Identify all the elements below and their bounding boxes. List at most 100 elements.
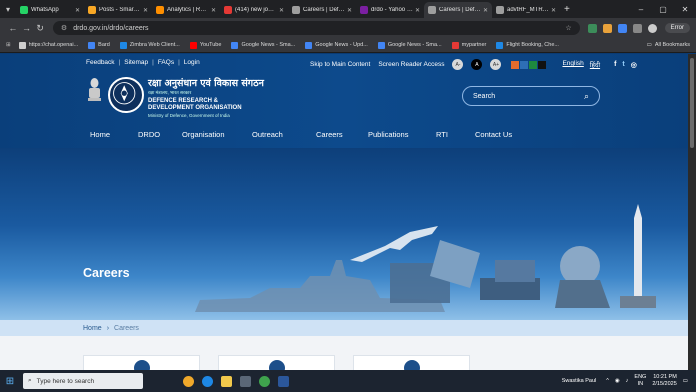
sitemap-link[interactable]: Sitemap (124, 59, 148, 66)
color-theme-swatch[interactable] (511, 60, 520, 69)
tab-close-icon[interactable]: ✕ (347, 7, 352, 14)
color-theme-swatch[interactable] (520, 60, 529, 69)
maximize-icon[interactable]: ▢ (652, 5, 674, 14)
close-window-icon[interactable]: ✕ (674, 5, 696, 14)
bookmark-item[interactable]: Google News - Sma... (377, 41, 442, 49)
browser-tab[interactable]: Analytics | Realti ✕ (152, 2, 220, 18)
extension-icon[interactable] (602, 23, 612, 33)
bookmark-item[interactable]: Zimbra Web Client... (119, 41, 180, 49)
tab-close-icon[interactable]: ✕ (279, 7, 284, 14)
chrome-icon[interactable] (183, 375, 194, 387)
tab-close-icon[interactable]: ✕ (415, 7, 420, 14)
bookmark-item[interactable]: Google News - Sma... (231, 41, 295, 49)
screen-reader-link[interactable]: Screen Reader Access (378, 61, 444, 68)
browser-tab[interactable]: advtRF_MTREC ✕ (492, 2, 560, 18)
font-normal-button[interactable]: A (471, 59, 483, 70)
network-icon[interactable]: ◉ (615, 378, 620, 384)
career-card[interactable] (83, 355, 200, 370)
bookmark-item[interactable]: Google News - Upd... (305, 41, 368, 49)
career-card[interactable] (218, 355, 335, 370)
nav-item-careers[interactable]: Careers (316, 130, 343, 139)
faqs-link[interactable]: FAQs (158, 59, 174, 66)
tab-close-icon[interactable]: ✕ (143, 7, 148, 14)
taskbar-search-input[interactable]: ⌕ Type here to search (23, 373, 143, 389)
extension-icon[interactable] (617, 23, 627, 33)
browser-tab[interactable]: Careers | Defen ✕ (424, 2, 492, 18)
new-tab-button[interactable]: + (564, 4, 570, 15)
browser-tab[interactable]: Careers | Defen ✕ (288, 2, 356, 18)
bookmark-item[interactable]: https://chat.openai... (18, 41, 79, 49)
bookmark-label: https://chat.openai... (28, 42, 79, 48)
nav-item-contact-us[interactable]: Contact Us (475, 130, 512, 139)
nav-item-organisation[interactable]: Organisation (182, 130, 225, 139)
separator: | (178, 59, 180, 66)
brand-english-line2: DEVELOPMENT ORGANISATION (148, 105, 242, 111)
all-bookmarks[interactable]: ▭ All Bookmarks (647, 42, 690, 48)
tray-arrow-icon[interactable]: ^ (606, 378, 609, 384)
url-input[interactable]: ⚙ drdo.gov.in/drdo/careers ☆ (52, 21, 580, 35)
bookmark-item[interactable]: YouTube (189, 41, 221, 49)
browser-tab[interactable]: WhatsApp ✕ (16, 2, 84, 18)
page-scrollbar[interactable] (688, 54, 696, 370)
site-search-input[interactable]: Search ⌕ (462, 86, 600, 106)
career-card[interactable] (353, 355, 470, 370)
bookmark-item[interactable]: mypartner (451, 41, 486, 49)
search-icon[interactable]: ⌕ (584, 91, 589, 102)
bookmark-star-icon[interactable]: ☆ (565, 24, 571, 32)
nav-item-rti[interactable]: RTI (436, 130, 448, 139)
browser-tab[interactable]: (414) new job va ✕ (220, 2, 288, 18)
drdo-logo[interactable] (108, 77, 144, 113)
skip-main-link[interactable]: Skip to Main Content (310, 61, 370, 68)
breadcrumb-home[interactable]: Home (83, 325, 102, 332)
nav-item-outreach[interactable]: Outreach (252, 130, 283, 139)
address-bar: ← → ↻ ⚙ drdo.gov.in/drdo/careers ☆ Error (0, 18, 696, 38)
extension-icon[interactable] (587, 23, 597, 33)
facebook-icon[interactable]: f (614, 61, 616, 69)
store-icon[interactable] (240, 375, 251, 387)
forward-icon[interactable]: → (20, 23, 34, 33)
bookmark-item[interactable]: Bard (88, 41, 110, 49)
hindi-link[interactable]: हिंदी (590, 60, 600, 69)
brand-english-line1: DEFENCE RESEARCH & (148, 98, 219, 104)
site-info-icon[interactable]: ⚙ (61, 24, 67, 32)
scrollbar-thumb[interactable] (690, 58, 694, 148)
clock[interactable]: 10:21 PM 2/15/2025 (652, 374, 676, 388)
twitter-icon[interactable]: t (622, 61, 624, 69)
input-language[interactable]: ENG IN (634, 374, 646, 388)
volume-icon[interactable]: ♪ (626, 378, 629, 384)
login-link[interactable]: Login (184, 59, 200, 66)
browser-tab[interactable]: drdo - Yahoo Se ✕ (356, 2, 424, 18)
color-theme-swatch[interactable] (529, 60, 538, 69)
word-icon[interactable] (278, 375, 289, 387)
file-explorer-icon[interactable] (221, 375, 232, 387)
tab-close-icon[interactable]: ✕ (483, 7, 488, 14)
tab-close-icon[interactable]: ✕ (551, 7, 556, 14)
tab-close-icon[interactable]: ✕ (75, 7, 80, 14)
site-brand: रक्षा अनुसंधान एवं विकास संगठन रक्षा मंत… (148, 76, 264, 118)
user-name[interactable]: Swastika Paul (562, 378, 597, 384)
instagram-icon[interactable]: ◎ (631, 61, 637, 69)
notifications-icon[interactable]: ▭ (683, 378, 688, 384)
chrome-icon[interactable] (259, 375, 270, 387)
minimize-icon[interactable]: – (630, 5, 652, 14)
nav-item-publications[interactable]: Publications (368, 130, 408, 139)
profile-avatar[interactable] (647, 23, 657, 33)
color-theme-swatch[interactable] (538, 60, 547, 69)
english-link[interactable]: English (562, 60, 583, 69)
apps-grid-icon[interactable]: ⊞ (6, 42, 11, 48)
browser-tab[interactable]: Posts - Smart Up ✕ (84, 2, 152, 18)
error-button[interactable]: Error (664, 23, 690, 33)
font-increase-button[interactable]: A+ (490, 59, 502, 70)
extensions-puzzle-icon[interactable] (632, 23, 642, 33)
tab-close-icon[interactable]: ✕ (211, 7, 216, 14)
tab-search-icon[interactable]: ▾ (0, 0, 16, 18)
windows-start-icon[interactable]: ⊞ (0, 376, 20, 387)
bookmark-item[interactable]: Flight Booking, Che... (496, 41, 559, 49)
back-icon[interactable]: ← (6, 23, 20, 33)
edge-icon[interactable] (202, 375, 213, 387)
feedback-link[interactable]: Feedback (86, 59, 115, 66)
font-decrease-button[interactable]: A- (452, 59, 464, 70)
reload-icon[interactable]: ↻ (33, 23, 47, 34)
nav-item-drdo[interactable]: DRDO (138, 130, 160, 139)
nav-item-home[interactable]: Home (90, 130, 110, 139)
